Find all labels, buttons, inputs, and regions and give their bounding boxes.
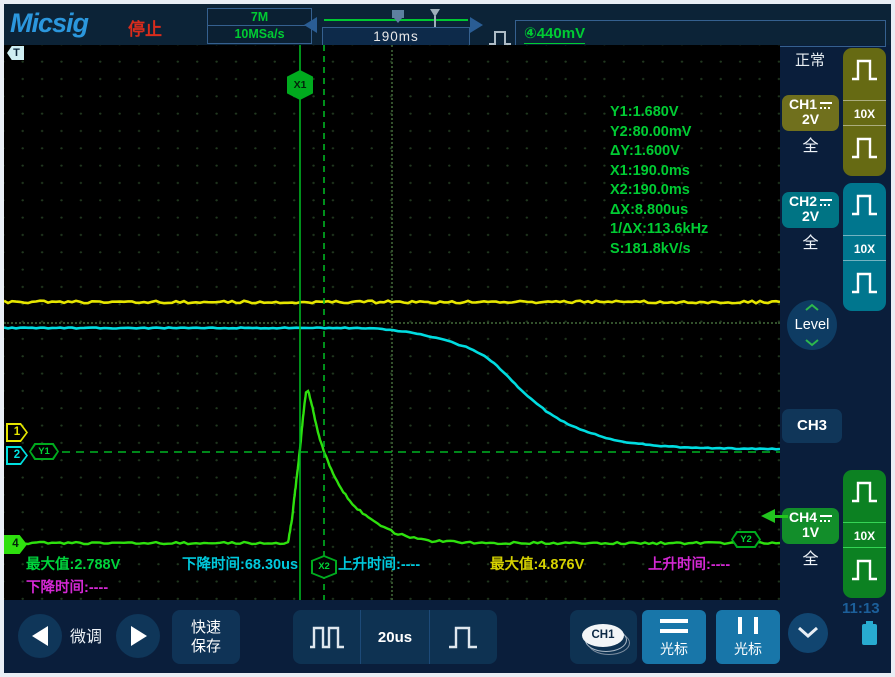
ch2-badge[interactable]: CH2 2V [782,192,839,228]
measurement-fall-time-2: 下降时间:---- [26,576,108,597]
readout-line: 1/ΔX:113.6kHz [610,220,708,240]
ch1-attenuation[interactable]: 10X [843,100,886,126]
main-timebase-readout[interactable]: 190ms [322,27,470,46]
readout-line: Y2:80.00mV [610,123,708,143]
vertical-cursor-button[interactable]: 光标 [716,610,780,664]
brand-logo: Micsig [10,8,88,39]
ch4-attenuation[interactable]: 10X [843,522,886,548]
pulse-icon[interactable] [851,480,878,504]
dc-coupling-icon [820,198,832,207]
pulse-icon[interactable] [851,558,878,582]
measurement-rise-time-2: 上升时间:---- [648,553,730,574]
ch2-bandwidth-label[interactable]: 全 [780,229,841,253]
sample-rate: 10MSa/s [208,26,311,42]
double-pulse-button[interactable] [293,610,360,664]
ch4-badge[interactable]: CH4 1V [782,508,839,544]
timebase-right-arrow-icon[interactable] [470,17,483,33]
ch1-badge[interactable]: CH1 2V [782,95,839,131]
readout-line: ΔX:8.800us [610,201,708,221]
sample-info-box[interactable]: 7M 10MSa/s [207,8,312,44]
ch1-coupling-panel[interactable]: 10X [843,48,886,176]
ch1-bandwidth-label[interactable]: 全 [780,132,841,156]
cursor-y1-handle[interactable]: Y1 [29,443,59,460]
pulse-icon[interactable] [851,136,878,160]
vertical-cursor-icon [754,617,758,634]
horizontal-cursor-icon [660,629,688,633]
quick-save-button[interactable]: 快速 保存 [172,610,240,664]
ch2-coupling-panel[interactable]: 10X [843,183,886,311]
top-status-bar: Micsig 停止 7M 10MSa/s 190ms ④440mV [4,4,891,45]
timebase-left-arrow-icon[interactable] [304,17,317,33]
pulse-icon [448,624,478,650]
trigger-type-pulse-icon[interactable] [488,29,512,46]
readout-line: X2:190.0ms [610,181,708,201]
ch2-trace [4,328,780,450]
fine-adjust-left-button[interactable] [18,614,62,658]
ch4-coupling-panel[interactable]: 10X [843,470,886,598]
double-pulse-icon [309,624,345,650]
triangle-left-icon [32,626,48,646]
readout-line: S:181.8kV/s [610,240,708,260]
readout-line: X1:190.0ms [610,162,708,182]
chevron-down-icon [804,339,820,347]
readout-line: Y1:1.680V [610,103,708,123]
horizontal-cursor-button[interactable]: 光标 [642,610,706,664]
measurement-max-ch4: 最大值:2.788V [26,553,120,574]
readout-line: ΔY:1.600V [610,142,708,162]
horizontal-cursor-icon [660,619,688,623]
trigger-source-badge: ④ [524,25,537,42]
ch4-bandwidth-label[interactable]: 全 [780,545,841,569]
trigger-settings-box[interactable]: ④440mV [515,20,886,47]
pulse-icon[interactable] [851,58,878,82]
active-channel-label: CH1 [582,624,624,647]
bottom-toolbar: 微调 快速 保存 20us CH1 光标 光 [4,600,891,673]
ch2-attenuation[interactable]: 10X [843,235,886,261]
ch4-trigger-level-arrow-icon[interactable] [761,509,789,523]
zoom-timebase-button[interactable]: 20us [360,610,428,664]
ch1-trace [4,301,780,304]
dc-coupling-icon [820,514,832,523]
measurement-max-ch1: 最大值:4.876V [490,553,584,574]
fine-adjust-right-button[interactable] [116,614,160,658]
acquisition-status[interactable]: 停止 [128,15,162,40]
pulse-icon[interactable] [851,271,878,295]
battery-icon [862,624,877,645]
clock: 11:13 [842,600,880,617]
channel-sidebar: 正常 10X CH1 2V 全 10X CH2 2V 全 Level CH3 [780,45,891,600]
fine-adjust-label: 微调 [70,623,102,647]
ch3-button[interactable]: CH3 [782,409,842,443]
trigger-level-button[interactable]: Level [787,300,837,350]
trigger-level-value: 440mV [537,25,585,42]
oscilloscope-frame: Micsig 停止 7M 10MSa/s 190ms ④440mV T X [4,4,891,673]
chevron-down-icon [797,626,819,639]
cursor-y2-handle[interactable]: Y2 [731,531,761,548]
trigger-position-flag-icon[interactable] [392,10,404,18]
cursor-readout-panel: Y1:1.680V Y2:80.00mV ΔY:1.600V X1:190.0m… [610,103,708,259]
waveform-display[interactable]: T X1 X2 Y1 Y2 1 2 4 Y1:1.680V Y2:80.00mV… [4,45,780,600]
vertical-cursor-icon [738,617,742,634]
pulse-icon[interactable] [851,193,878,217]
collapse-menu-button[interactable] [788,613,828,653]
ch4-trace [4,391,780,544]
active-channel-button[interactable]: CH1 [570,610,637,664]
single-pulse-button[interactable] [429,610,497,664]
memory-depth: 7M [208,9,311,26]
zoom-timebase-group: 20us [293,610,497,664]
triangle-right-icon [131,626,147,646]
trigger-mode-label[interactable]: 正常 [795,49,825,70]
measurement-fall-time: 下降时间:68.30us [182,553,298,574]
measurement-rise-time: 上升时间:---- [338,553,420,574]
dc-coupling-icon [820,101,832,110]
